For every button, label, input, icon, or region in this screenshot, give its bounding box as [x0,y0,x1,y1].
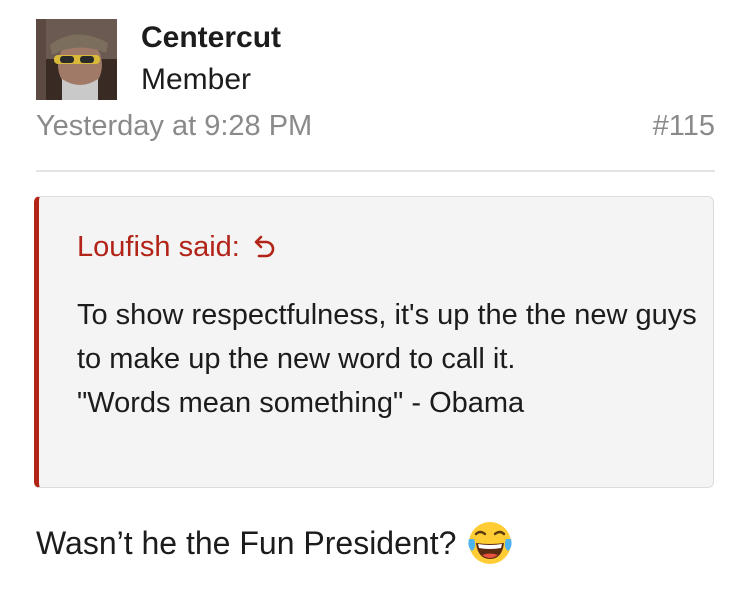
post-author-name[interactable]: Centercut [141,20,281,56]
user-avatar-photo [36,19,117,100]
post-date[interactable]: Yesterday at 9:28 PM [36,108,312,144]
user-title: Member [141,63,252,96]
quote-attribution-link[interactable]: Loufish said: [77,229,276,265]
jump-to-quote-arrow-icon [254,235,275,258]
quote-body: To show respectfulness, it's up the the … [77,293,697,425]
quote-attribution: Loufish said: [77,231,240,263]
post-message: Wasn’t he the Fun President? [36,519,514,567]
post-avatar[interactable] [36,19,117,100]
message-text: Wasn’t he the Fun President? [36,525,457,561]
quote-line: "Words mean something" - Obama [77,387,525,419]
quote-block: Loufish said: To show respectfulness, it… [34,196,714,488]
header-divider [36,170,715,172]
post-number-link[interactable]: #115 [653,108,715,144]
laughing-tears-emoji-icon [468,522,512,564]
quote-line: To show respectfulness, it's up the the … [77,299,697,375]
